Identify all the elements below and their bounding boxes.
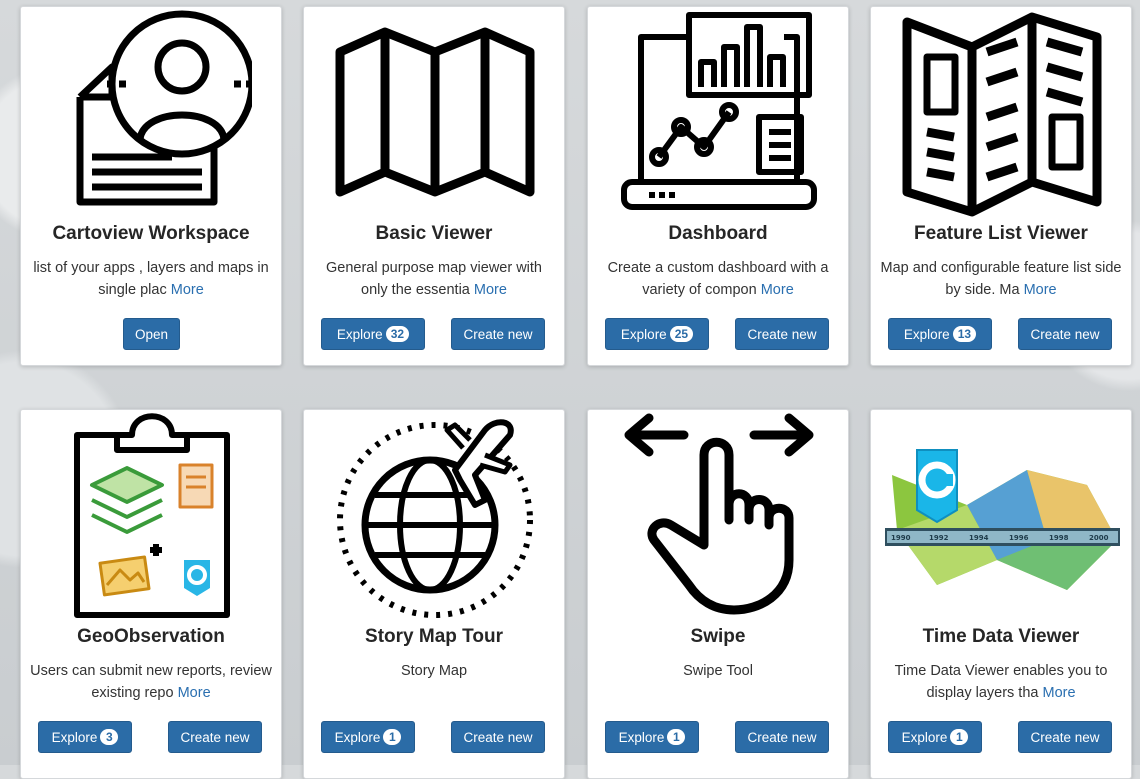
app-card-dashboard: Dashboard Create a custom dashboard with… xyxy=(587,6,849,366)
app-card-story-map-tour: Story Map Tour Story Map Explore 1 Create… xyxy=(303,409,565,779)
card-description: Map and configurable feature list side b… xyxy=(880,260,1122,298)
timeline-map-icon: 1990 1992 1994 1996 1998 2000 xyxy=(877,410,1127,620)
explore-button[interactable]: Explore 13 xyxy=(888,318,992,350)
globe-plane-icon xyxy=(335,410,535,620)
card-description: Time Data Viewer enables you to display … xyxy=(894,663,1108,701)
card-title: Basic Viewer xyxy=(375,223,493,244)
create-new-button[interactable]: Create new xyxy=(1018,318,1112,350)
clipboard-layers-icon xyxy=(52,410,252,620)
app-card-swipe: Swipe Swipe Tool Explore 1 Create new xyxy=(587,409,849,779)
svg-text:2000: 2000 xyxy=(1089,534,1109,542)
card-title: Story Map Tour xyxy=(365,626,503,647)
app-card-cartoview-workspace: Cartoview Workspace list of your apps , … xyxy=(20,6,282,366)
card-title: Swipe xyxy=(690,626,746,647)
explore-button[interactable]: Explore 1 xyxy=(605,721,699,753)
svg-text:1990: 1990 xyxy=(891,534,911,542)
laptop-dashboard-icon xyxy=(619,7,819,217)
count-badge: 3 xyxy=(100,729,119,745)
count-badge: 1 xyxy=(383,729,402,745)
app-grid: Cartoview Workspace list of your apps , … xyxy=(0,0,1140,779)
app-card-time-data-viewer: 1990 1992 1994 1996 1998 2000 Time Data … xyxy=(870,409,1132,779)
more-link[interactable]: More xyxy=(171,282,204,298)
card-description: Swipe Tool xyxy=(683,663,753,679)
card-description: list of your apps , layers and maps in s… xyxy=(33,260,269,298)
explore-button[interactable]: Explore 3 xyxy=(38,721,132,753)
count-badge: 13 xyxy=(952,326,977,342)
create-new-button[interactable]: Create new xyxy=(451,721,545,753)
card-title: Time Data Viewer xyxy=(922,626,1080,647)
more-link[interactable]: More xyxy=(1043,685,1076,701)
app-card-basic-viewer: Basic Viewer General purpose map viewer … xyxy=(303,6,565,366)
svg-text:1998: 1998 xyxy=(1049,534,1069,542)
card-description: General purpose map viewer with only the… xyxy=(326,260,542,298)
card-title: Feature List Viewer xyxy=(914,223,1088,244)
swipe-hand-icon xyxy=(619,410,819,620)
card-description: Story Map xyxy=(400,663,468,679)
more-link[interactable]: More xyxy=(761,282,794,298)
card-title: Dashboard xyxy=(668,223,768,244)
card-description: Users can submit new reports, review exi… xyxy=(30,663,272,701)
folded-map-icon xyxy=(335,7,535,217)
more-link[interactable]: More xyxy=(1024,282,1057,298)
app-card-feature-list-viewer: Feature List Viewer Map and configurable… xyxy=(870,6,1132,366)
svg-text:1994: 1994 xyxy=(969,534,989,542)
explore-button[interactable]: Explore 32 xyxy=(321,318,425,350)
count-badge: 1 xyxy=(667,729,686,745)
explore-button[interactable]: Explore 1 xyxy=(321,721,415,753)
card-title: GeoObservation xyxy=(77,626,225,647)
card-title: Cartoview Workspace xyxy=(52,223,250,244)
create-new-button[interactable]: Create new xyxy=(1018,721,1112,753)
count-badge: 25 xyxy=(669,326,694,342)
card-description: Create a custom dashboard with a variety… xyxy=(607,260,829,298)
create-new-button[interactable]: Create new xyxy=(451,318,545,350)
svg-text:1992: 1992 xyxy=(929,534,949,542)
create-new-button[interactable]: Create new xyxy=(735,318,829,350)
more-link[interactable]: More xyxy=(474,282,507,298)
app-card-geoobservation: GeoObservation Users can submit new repo… xyxy=(20,409,282,779)
create-new-button[interactable]: Create new xyxy=(168,721,262,753)
brochure-list-icon xyxy=(902,7,1102,217)
create-new-button[interactable]: Create new xyxy=(735,721,829,753)
open-button[interactable]: Open xyxy=(123,318,180,350)
count-badge: 32 xyxy=(385,326,410,342)
explore-button[interactable]: Explore 1 xyxy=(888,721,982,753)
user-document-icon xyxy=(52,7,252,217)
explore-button[interactable]: Explore 25 xyxy=(605,318,709,350)
svg-text:1996: 1996 xyxy=(1009,534,1029,542)
more-link[interactable]: More xyxy=(178,685,211,701)
count-badge: 1 xyxy=(950,729,969,745)
